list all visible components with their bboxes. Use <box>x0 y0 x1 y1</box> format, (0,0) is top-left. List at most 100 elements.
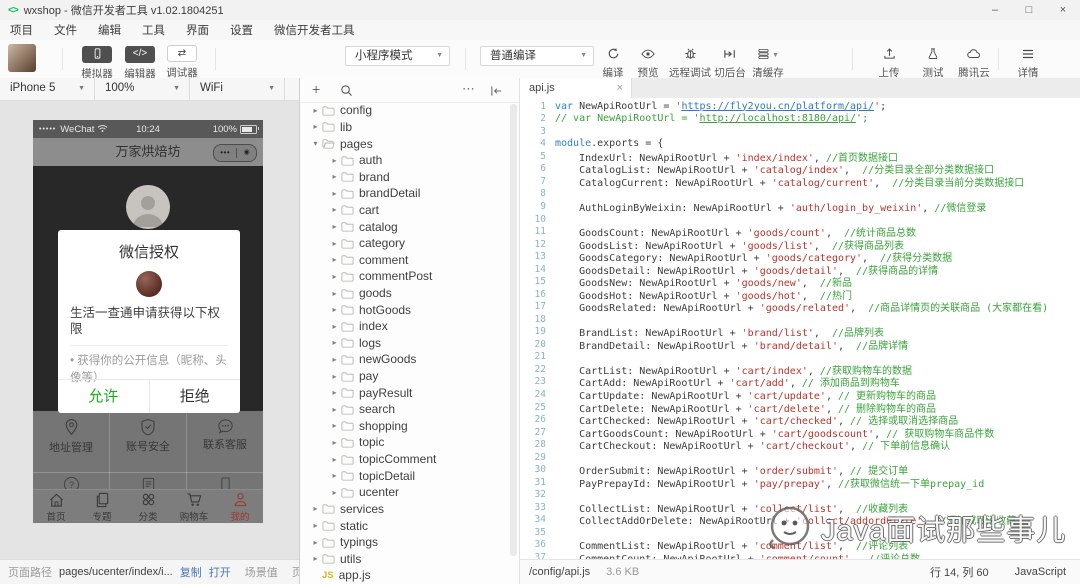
menu-item-1[interactable]: 项目 <box>10 22 33 38</box>
模拟器-toggle-button[interactable]: 模拟器 <box>75 45 119 81</box>
tree-item-config[interactable]: ▸config <box>300 102 519 119</box>
tree-item-auth[interactable]: ▸auth <box>300 152 519 169</box>
tree-item-cart[interactable]: ▸cart <box>300 202 519 219</box>
测试-button[interactable]: 测试 <box>911 45 955 80</box>
editor-statusbar: /config/api.js 3.6 KB 行 14, 列 60 JavaScr… <box>520 559 1080 584</box>
tree-item-utils[interactable]: ▸utils <box>300 550 519 567</box>
tree-item-app.js[interactable]: JSapp.js <box>300 567 519 584</box>
menu-item-4[interactable]: 工具 <box>142 22 165 38</box>
tabbar-item-专题[interactable]: 专题 <box>79 490 125 523</box>
user-avatar[interactable] <box>8 44 36 72</box>
tree-item-label: catalog <box>359 220 398 234</box>
chevron-right-icon: ▸ <box>310 122 321 131</box>
tree-item-label: shopping <box>359 419 408 433</box>
menu-item-5[interactable]: 界面 <box>186 22 209 38</box>
tree-item-ucenter[interactable]: ▸ucenter <box>300 484 519 501</box>
scene-value-label[interactable]: 场景值 <box>245 564 278 580</box>
ucenter-item-地址管理[interactable]: 地址管理 <box>33 411 110 472</box>
tree-item-label: index <box>359 319 388 333</box>
code-line-31: 31 PayPrepayId: NewApiRootUrl + 'pay/pre… <box>520 476 1080 489</box>
清缓存-button[interactable]: ▼清缓存 <box>746 45 790 80</box>
code-text: CollectAddOrDelete: NewApiRootUrl + 'col… <box>555 512 1016 527</box>
shield-check-icon <box>110 418 186 436</box>
maximize-button[interactable]: □ <box>1012 0 1046 20</box>
tree-item-pay[interactable]: ▸pay <box>300 368 519 385</box>
tabbar-item-我的[interactable]: 我的 <box>217 490 263 523</box>
调试器-toggle-button[interactable]: ⇄调试器 <box>160 45 204 80</box>
tree-item-logs[interactable]: ▸logs <box>300 335 519 352</box>
allow-button[interactable]: 允许 <box>58 380 149 413</box>
ucenter-item-账号安全[interactable]: 账号安全 <box>110 411 187 472</box>
tree-item-static[interactable]: ▸static <box>300 517 519 534</box>
app-logo-icon: <> <box>8 5 18 16</box>
tree-item-commentPost[interactable]: ▸commentPost <box>300 268 519 285</box>
mode-select[interactable]: 小程序模式 ▼ <box>345 46 450 66</box>
line-number: 35 <box>520 527 555 538</box>
tree-item-hotGoods[interactable]: ▸hotGoods <box>300 301 519 318</box>
tree-item-index[interactable]: ▸index <box>300 318 519 335</box>
tree-item-label: brandDetail <box>359 186 420 200</box>
tree-item-newGoods[interactable]: ▸newGoods <box>300 351 519 368</box>
tree-item-comment[interactable]: ▸comment <box>300 251 519 268</box>
tree-item-lib[interactable]: ▸lib <box>300 119 519 136</box>
tree-item-category[interactable]: ▸category <box>300 235 519 252</box>
tree-item-catalog[interactable]: ▸catalog <box>300 218 519 235</box>
tabbar-item-首页[interactable]: 首页 <box>33 490 79 523</box>
tree-item-brand[interactable]: ▸brand <box>300 168 519 185</box>
page-params-label[interactable]: 页面参数 <box>292 564 299 580</box>
tree-item-services[interactable]: ▸services <box>300 501 519 518</box>
上传-button[interactable]: 上传 <box>867 45 911 80</box>
code-editor[interactable]: 1var NewApiRootUrl = 'https://fly2you.cn… <box>520 98 1080 560</box>
more-options-icon[interactable]: ⋯ <box>462 78 475 100</box>
tree-item-shopping[interactable]: ▸shopping <box>300 418 519 435</box>
chevron-right-icon: ▸ <box>329 438 340 447</box>
tree-item-topic[interactable]: ▸topic <box>300 434 519 451</box>
collapse-tree-icon[interactable] <box>490 83 503 97</box>
chevron-right-icon: ▸ <box>329 455 340 464</box>
menu-item-7[interactable]: 微信开发者工具 <box>274 22 355 38</box>
tree-item-topicDetail[interactable]: ▸topicDetail <box>300 467 519 484</box>
tree-scrollbar[interactable] <box>510 104 517 556</box>
page-path-label: 页面路径 <box>8 564 52 580</box>
wechat-capsule-menu[interactable]: ••• ◉ <box>213 144 257 162</box>
close-button[interactable]: × <box>1046 0 1080 20</box>
line-number: 20 <box>520 339 555 350</box>
minimize-button[interactable]: – <box>978 0 1012 20</box>
menu-item-2[interactable]: 文件 <box>54 22 77 38</box>
腾讯云-button[interactable]: 腾讯云 <box>950 45 998 80</box>
tabbar-item-购物车[interactable]: 购物车 <box>171 490 217 523</box>
menu-item-3[interactable]: 编辑 <box>98 22 121 38</box>
tree-item-search[interactable]: ▸search <box>300 401 519 418</box>
copy-path-link[interactable]: 复制 <box>180 564 202 580</box>
编辑器-toggle-button[interactable]: </>编辑器 <box>118 45 162 81</box>
add-file-button[interactable]: + <box>312 78 320 101</box>
tree-item-payResult[interactable]: ▸payResult <box>300 384 519 401</box>
open-path-link[interactable]: 打开 <box>209 564 231 580</box>
search-icon[interactable] <box>340 83 353 97</box>
tabbar-item-分类[interactable]: 分类 <box>125 490 171 523</box>
editor-tabbar: api.js × <box>520 78 1080 99</box>
zoom-select[interactable]: 100% ▼ <box>95 78 190 100</box>
compile-mode-select[interactable]: 普通编译 ▼ <box>480 46 594 66</box>
language-mode[interactable]: JavaScript <box>1015 566 1066 578</box>
network-select[interactable]: WiFi ▼ <box>190 78 285 100</box>
folder-icon <box>341 188 354 199</box>
tree-item-topicComment[interactable]: ▸topicComment <box>300 451 519 468</box>
folder-icon <box>322 520 335 531</box>
详情-button[interactable]: 详情 <box>1006 45 1050 80</box>
folder-icon <box>341 254 354 265</box>
menu-item-6[interactable]: 设置 <box>230 22 253 38</box>
tree-item-pages[interactable]: ▾pages <box>300 135 519 152</box>
tree-item-brandDetail[interactable]: ▸brandDetail <box>300 185 519 202</box>
tree-item-label: typings <box>340 535 378 549</box>
close-tab-icon[interactable]: × <box>617 78 623 98</box>
code-line-3: 3 <box>520 125 1080 138</box>
tree-item-label: comment <box>359 253 408 267</box>
device-select[interactable]: iPhone 5 ▼ <box>0 78 95 100</box>
window-controls: –□× <box>978 0 1080 20</box>
deny-button[interactable]: 拒绝 <box>149 380 241 413</box>
ucenter-item-联系客服[interactable]: 联系客服 <box>187 411 263 472</box>
tab-api-js[interactable]: api.js × <box>520 78 632 98</box>
tree-item-typings[interactable]: ▸typings <box>300 534 519 551</box>
tree-item-goods[interactable]: ▸goods <box>300 285 519 302</box>
